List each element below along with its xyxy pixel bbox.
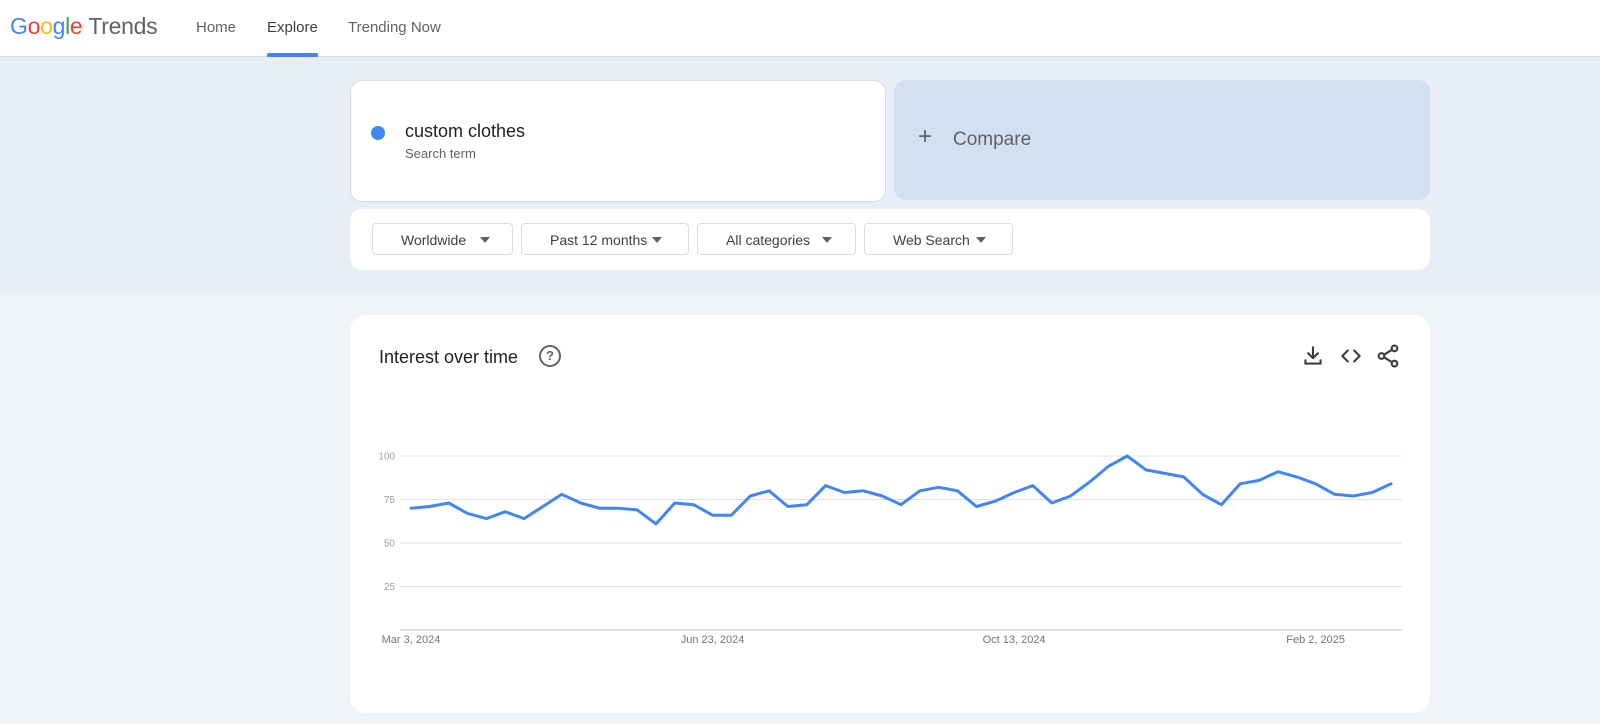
y-tick-label: 25 bbox=[384, 582, 396, 593]
caret-down-icon bbox=[480, 237, 490, 243]
y-tick-label: 50 bbox=[384, 539, 396, 550]
data-point[interactable] bbox=[1238, 482, 1242, 486]
search-term-type: Search term bbox=[405, 146, 476, 161]
data-point[interactable] bbox=[1163, 471, 1167, 475]
data-point[interactable] bbox=[880, 494, 884, 498]
data-point[interactable] bbox=[503, 510, 507, 514]
data-point[interactable] bbox=[786, 504, 790, 508]
caret-down-icon bbox=[822, 237, 832, 243]
compare-label: Compare bbox=[953, 129, 1032, 150]
search-term-card[interactable]: custom clothes Search term bbox=[350, 80, 886, 202]
data-point[interactable] bbox=[466, 511, 470, 515]
y-tick-label: 100 bbox=[378, 452, 395, 463]
data-point[interactable] bbox=[635, 508, 639, 512]
x-tick-label: Jun 23, 2024 bbox=[681, 634, 745, 646]
data-point[interactable] bbox=[654, 522, 658, 526]
data-point[interactable] bbox=[1295, 475, 1299, 479]
data-point[interactable] bbox=[993, 499, 997, 503]
data-point[interactable] bbox=[1182, 475, 1186, 479]
search-term-value[interactable]: custom clothes bbox=[405, 121, 525, 142]
y-tick-label: 75 bbox=[384, 495, 396, 506]
data-point[interactable] bbox=[1219, 503, 1223, 507]
data-point[interactable] bbox=[1069, 494, 1073, 498]
line-chart: 25 50 75 100 Mar 3, 2024 Jun 23, 2024 Oct 13, … bbox=[378, 452, 1402, 646]
data-point[interactable] bbox=[560, 492, 564, 496]
category-dropdown[interactable]: All categories bbox=[697, 223, 856, 255]
region-dropdown[interactable]: Worldwide bbox=[372, 223, 513, 255]
compare-button[interactable]: + Compare bbox=[894, 80, 1430, 200]
x-tick-label: Oct 13, 2024 bbox=[983, 634, 1046, 646]
logo-letter: G bbox=[10, 13, 28, 39]
data-point[interactable] bbox=[1031, 484, 1035, 488]
data-point[interactable] bbox=[767, 489, 771, 493]
data-point[interactable] bbox=[861, 489, 865, 493]
data-point[interactable] bbox=[842, 491, 846, 495]
data-point[interactable] bbox=[1314, 482, 1318, 486]
top-bar: Google Trends Home Explore Trending Now bbox=[0, 0, 1600, 57]
data-point[interactable] bbox=[1087, 480, 1091, 484]
data-point[interactable] bbox=[484, 517, 488, 521]
data-point[interactable] bbox=[1389, 482, 1393, 486]
data-point[interactable] bbox=[597, 506, 601, 510]
data-point[interactable] bbox=[1106, 464, 1110, 468]
category-dropdown-label: All categories bbox=[726, 232, 811, 248]
data-point[interactable] bbox=[1332, 492, 1336, 496]
data-point[interactable] bbox=[1276, 470, 1280, 474]
data-point[interactable] bbox=[918, 489, 922, 493]
data-point[interactable] bbox=[1201, 492, 1205, 496]
x-tick-label: Feb 2, 2025 bbox=[1286, 634, 1345, 646]
interest-over-time-card: Interest over time ? 25 50 75 100 Mar 3, 202… bbox=[350, 315, 1430, 713]
data-point[interactable] bbox=[522, 517, 526, 521]
data-point[interactable] bbox=[1257, 478, 1261, 482]
data-point[interactable] bbox=[748, 494, 752, 498]
nav-tab-home[interactable]: Home bbox=[196, 19, 236, 36]
data-point[interactable] bbox=[1370, 491, 1374, 495]
logo-letter: g bbox=[52, 13, 66, 39]
data-point[interactable] bbox=[409, 506, 413, 510]
data-point[interactable] bbox=[447, 501, 451, 505]
logo-letter: o bbox=[40, 13, 53, 39]
data-point[interactable] bbox=[937, 485, 941, 489]
nav-tab-trending-now[interactable]: Trending Now bbox=[348, 19, 441, 36]
filter-bar: Worldwide Past 12 months All categories … bbox=[350, 209, 1430, 270]
data-point[interactable] bbox=[956, 489, 960, 493]
data-point[interactable] bbox=[1012, 491, 1016, 495]
data-point[interactable] bbox=[428, 504, 432, 508]
data-point[interactable] bbox=[1144, 468, 1148, 472]
data-point[interactable] bbox=[692, 503, 696, 507]
data-point[interactable] bbox=[729, 513, 733, 517]
search-type-dropdown[interactable]: Web Search bbox=[864, 223, 1013, 255]
data-point[interactable] bbox=[1050, 501, 1054, 505]
plus-icon: + bbox=[918, 123, 933, 150]
data-point[interactable] bbox=[824, 484, 828, 488]
time-range-dropdown-label: Past 12 months bbox=[550, 232, 648, 248]
data-point[interactable] bbox=[673, 501, 677, 505]
data-point[interactable] bbox=[711, 513, 715, 517]
series-line-custom-clothes[interactable] bbox=[409, 454, 1393, 526]
logo-suffix: Trends bbox=[88, 13, 158, 39]
time-range-dropdown[interactable]: Past 12 months bbox=[521, 223, 689, 255]
data-point[interactable] bbox=[1125, 454, 1129, 458]
nav-tab-explore[interactable]: Explore bbox=[267, 19, 318, 36]
data-point[interactable] bbox=[541, 504, 545, 508]
data-point[interactable] bbox=[579, 501, 583, 505]
search-type-dropdown-label: Web Search bbox=[893, 232, 970, 248]
data-point[interactable] bbox=[974, 504, 978, 508]
logo-letter: e bbox=[69, 13, 83, 39]
caret-down-icon bbox=[652, 237, 662, 243]
data-point[interactable] bbox=[1351, 494, 1355, 498]
region-dropdown-label: Worldwide bbox=[401, 232, 467, 248]
data-point[interactable] bbox=[899, 503, 903, 507]
data-point[interactable] bbox=[805, 503, 809, 507]
logo-letter: o bbox=[27, 13, 41, 39]
x-tick-label: Mar 3, 2024 bbox=[382, 634, 441, 646]
google-trends-logo[interactable]: Google Trends bbox=[10, 13, 158, 40]
caret-down-icon bbox=[976, 237, 986, 243]
data-point[interactable] bbox=[616, 506, 620, 510]
term-color-dot bbox=[371, 126, 385, 140]
